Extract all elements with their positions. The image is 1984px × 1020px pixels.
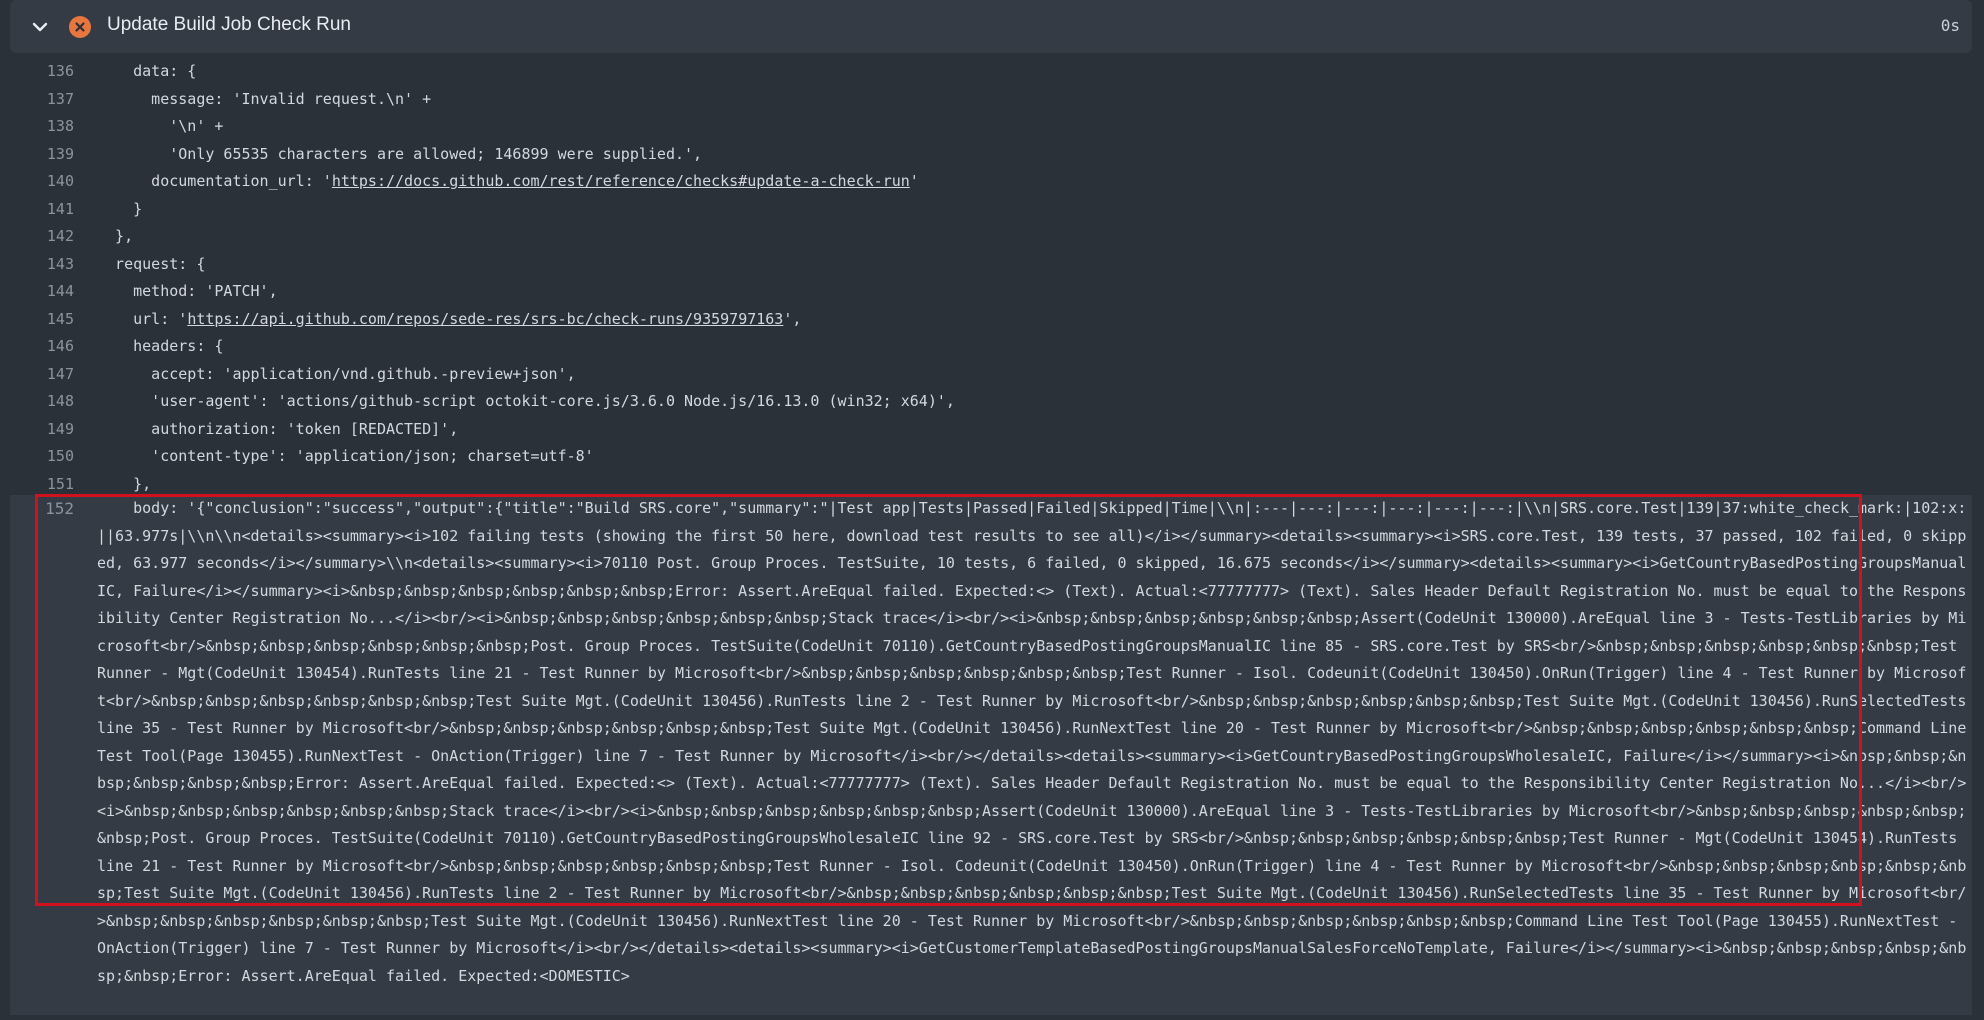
- log-line: 148 'user-agent': 'actions/github-script…: [10, 388, 1972, 416]
- line-number[interactable]: 142: [10, 223, 74, 251]
- line-number[interactable]: 144: [10, 278, 74, 306]
- log-line: 141 }: [10, 196, 1972, 224]
- line-number[interactable]: 143: [10, 251, 74, 279]
- line-number[interactable]: 149: [10, 416, 74, 444]
- log-output: 136 data: {137 message: 'Invalid request…: [10, 55, 1972, 1020]
- log-line: 138 '\n' +: [10, 113, 1972, 141]
- log-line: 140 documentation_url: 'https://docs.git…: [10, 168, 1972, 196]
- log-line: 149 authorization: 'token [REDACTED]',: [10, 416, 1972, 444]
- line-number[interactable]: 147: [10, 361, 74, 389]
- log-text: method: 'PATCH',: [97, 282, 278, 300]
- line-number[interactable]: 145: [10, 306, 74, 334]
- log-line: 143 request: {: [10, 251, 1972, 279]
- log-link[interactable]: https://docs.github.com/rest/reference/c…: [332, 172, 910, 190]
- line-number[interactable]: 150: [10, 443, 74, 471]
- log-line: 137 message: 'Invalid request.\n' +: [10, 86, 1972, 114]
- step-title: Update Build Job Check Run: [107, 14, 351, 35]
- log-text: message: 'Invalid request.\n' +: [97, 89, 432, 108]
- step-duration: 0s: [1940, 16, 1960, 35]
- log-line: 146 headers: {: [10, 333, 1972, 361]
- log-link[interactable]: https://api.github.com/repos/sede-res/sr…: [187, 310, 783, 328]
- log-text: }: [97, 199, 143, 218]
- log-text: },: [97, 227, 134, 245]
- log-text: '\n' +: [97, 117, 224, 135]
- log-line: 145 url: 'https://api.github.com/repos/s…: [10, 306, 1972, 334]
- log-text: 'Only 65535 characters are allowed; 1468…: [97, 144, 703, 163]
- log-line: 139 'Only 65535 characters are allowed; …: [10, 141, 1972, 169]
- log-line: 151 },: [10, 471, 1972, 499]
- log-line: 144 method: 'PATCH',: [10, 278, 1972, 306]
- line-number[interactable]: 152: [10, 495, 74, 523]
- log-text: url: 'https://api.github.com/repos/sede-…: [97, 309, 802, 328]
- log-line-body: 152 body: '{"conclusion":"success","outp…: [10, 495, 1972, 1015]
- log-text: authorization: 'token [REDACTED]',: [97, 419, 459, 438]
- log-line: 142 },: [10, 223, 1972, 251]
- log-line: 136 data: {: [10, 58, 1972, 86]
- line-number[interactable]: 151: [10, 471, 74, 499]
- log-text: 'content-type': 'application/json; chars…: [97, 447, 594, 465]
- line-number[interactable]: 138: [10, 113, 74, 141]
- log-text-wrapped: body: '{"conclusion":"success","output":…: [97, 499, 1976, 985]
- log-text: },: [97, 474, 152, 493]
- line-number[interactable]: 139: [10, 141, 74, 169]
- line-number[interactable]: 140: [10, 168, 74, 196]
- log-line: 150 'content-type': 'application/json; c…: [10, 443, 1972, 471]
- log-text: request: {: [97, 254, 206, 273]
- line-number[interactable]: 136: [10, 58, 74, 86]
- log-line: 147 accept: 'application/vnd.github.-pre…: [10, 361, 1972, 389]
- log-text: headers: {: [97, 337, 224, 355]
- log-text: data: {: [97, 62, 197, 80]
- line-number[interactable]: 137: [10, 86, 74, 114]
- line-number[interactable]: 141: [10, 196, 74, 224]
- log-text: accept: 'application/vnd.github.-preview…: [97, 364, 576, 383]
- log-text: 'user-agent': 'actions/github-script oct…: [97, 392, 955, 410]
- line-number[interactable]: 148: [10, 388, 74, 416]
- failure-icon: [69, 16, 91, 38]
- log-text: documentation_url: 'https://docs.github.…: [97, 172, 919, 190]
- log-viewer: 136 data: {137 message: 'Invalid request…: [0, 0, 1984, 1020]
- line-number[interactable]: 146: [10, 333, 74, 361]
- chevron-down-icon[interactable]: [30, 17, 50, 37]
- step-header[interactable]: Update Build Job Check Run 0s: [10, 0, 1972, 53]
